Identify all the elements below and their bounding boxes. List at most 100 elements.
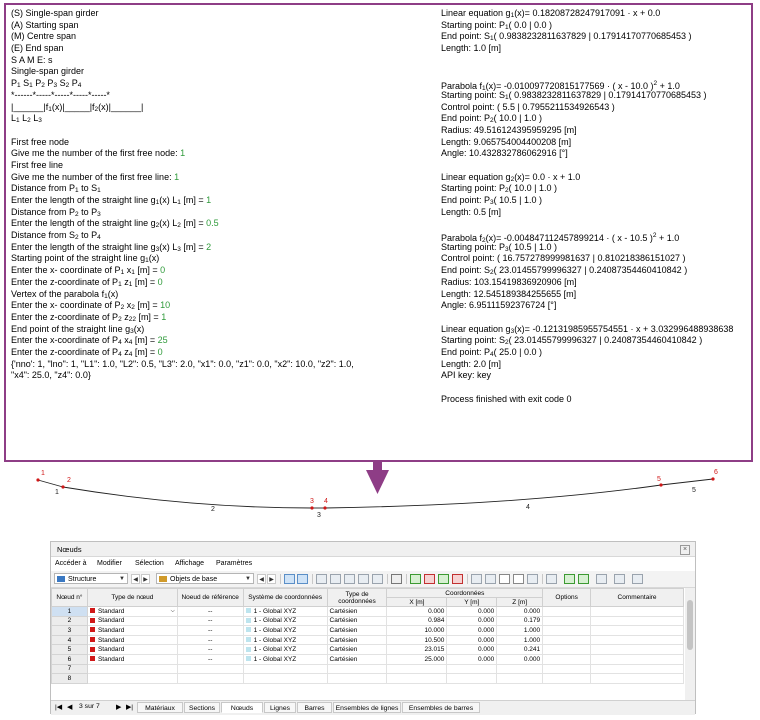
cell-node-number[interactable]: 8	[51, 673, 88, 684]
remove-column-icon[interactable]	[424, 574, 435, 584]
unit-icon[interactable]	[614, 574, 625, 584]
cell-z[interactable]: 0.000	[496, 653, 544, 665]
objects-dropdown[interactable]: Objets de base ▼	[156, 573, 254, 584]
cell-reference-node[interactable]: --	[176, 625, 244, 636]
cell-coord-system[interactable]	[242, 663, 328, 675]
last-page-icon[interactable]: ▶|	[126, 703, 133, 711]
table-row[interactable]: 8	[51, 673, 684, 684]
menu-item-parametres[interactable]: Paramètres	[216, 560, 252, 567]
table-row[interactable]: 7	[51, 663, 684, 675]
cell-node-number[interactable]: 4	[51, 634, 88, 646]
cell-node-type[interactable]: Standard	[86, 615, 178, 627]
cell-coord-type[interactable]: Cartésien	[326, 606, 388, 617]
cell-node-type[interactable]	[86, 663, 178, 675]
function-icon[interactable]	[499, 574, 510, 584]
tab-mat-riaux[interactable]: Matériaux	[137, 702, 183, 713]
cell-z[interactable]	[496, 663, 544, 675]
settings-icon[interactable]	[527, 574, 538, 584]
close-icon[interactable]: ×	[680, 545, 690, 555]
cell-reference-node[interactable]	[176, 663, 244, 675]
view-icon[interactable]	[471, 574, 482, 584]
cell-y[interactable]: 0.000	[446, 606, 498, 617]
cell-options[interactable]	[542, 615, 592, 627]
cell-y[interactable]: 0.000	[446, 625, 498, 636]
cell-coord-system[interactable]: 1 - Global XYZ	[242, 653, 328, 665]
filter-icon[interactable]	[372, 574, 383, 584]
tab-ensembles-de-barres[interactable]: Ensembles de barres	[402, 702, 480, 713]
cell-node-number[interactable]: 5	[51, 644, 88, 655]
cell-reference-node[interactable]: --	[176, 615, 244, 627]
export-icon[interactable]	[452, 574, 463, 584]
cell-reference-node[interactable]: --	[176, 644, 244, 655]
cell-comment[interactable]	[590, 606, 684, 617]
cell-z[interactable]	[496, 673, 544, 684]
tab-lignes[interactable]: Lignes	[264, 702, 296, 713]
cell-z[interactable]: 1.000	[496, 634, 544, 646]
cell-z[interactable]: 0.179	[496, 615, 544, 627]
cell-y[interactable]: 0.000	[446, 615, 498, 627]
cell-node-type[interactable]: Standard	[86, 653, 178, 665]
cell-x[interactable]: 10.000	[386, 625, 448, 636]
insert-row-icon[interactable]	[330, 574, 341, 584]
next-button[interactable]: ▶	[267, 574, 276, 584]
cell-comment[interactable]	[590, 673, 684, 684]
copy-row-icon[interactable]	[344, 574, 355, 584]
save-icon[interactable]	[596, 574, 607, 584]
cell-node-number[interactable]: 7	[51, 663, 88, 675]
structure-dropdown[interactable]: Structure ▼	[54, 573, 128, 584]
formula-icon[interactable]	[513, 574, 524, 584]
cell-comment[interactable]	[590, 644, 684, 655]
cell-z[interactable]: 0.000	[496, 606, 544, 617]
prev-button[interactable]: ◀	[257, 574, 266, 584]
cell-reference-node[interactable]: --	[176, 634, 244, 646]
tab-sections[interactable]: Sections	[184, 702, 220, 713]
cell-reference-node[interactable]: --	[176, 606, 244, 617]
cell-coord-system[interactable]: 1 - Global XYZ	[242, 615, 328, 627]
cell-options[interactable]	[542, 663, 592, 675]
menu-item-acceder[interactable]: Accéder à	[55, 560, 87, 567]
cell-coord-type[interactable]: Cartésien	[326, 615, 388, 627]
cell-x[interactable]: 10.500	[386, 634, 448, 646]
cell-options[interactable]	[542, 606, 592, 617]
select-window-icon[interactable]	[297, 574, 308, 584]
cell-node-number[interactable]: 1	[51, 606, 88, 617]
table-icon[interactable]	[316, 574, 327, 584]
cell-node-type[interactable]: Standard	[86, 625, 178, 636]
tab-ensembles-de-lignes[interactable]: Ensembles de lignes	[333, 702, 401, 713]
cell-coord-system[interactable]: 1 - Global XYZ	[242, 634, 328, 646]
cell-reference-node[interactable]: --	[176, 653, 244, 665]
cell-x[interactable]: 25.000	[386, 653, 448, 665]
cell-node-type[interactable]	[86, 673, 178, 684]
excel-icon[interactable]	[564, 574, 575, 584]
cell-coord-type[interactable]: Cartésien	[326, 625, 388, 636]
cell-coord-system[interactable]: 1 - Global XYZ	[242, 625, 328, 636]
prev-button[interactable]: ◀	[131, 574, 140, 584]
cell-options[interactable]	[542, 644, 592, 655]
cell-y[interactable]: 0.000	[446, 644, 498, 655]
menu-item-affichage[interactable]: Affichage	[175, 560, 204, 567]
cell-node-type[interactable]: Standard	[86, 634, 178, 646]
delete-icon[interactable]	[391, 574, 402, 584]
cell-x[interactable]: 0.984	[386, 615, 448, 627]
cell-y[interactable]	[446, 673, 498, 684]
cell-node-number[interactable]: 6	[51, 653, 88, 665]
menu-item-selection[interactable]: Sélection	[135, 560, 164, 567]
table-row[interactable]: 2 Standard -- 1 - Global XYZ Cartésien 0.984 0…	[51, 615, 684, 627]
cell-node-type[interactable]: Standard ⌵	[86, 606, 178, 617]
import-icon[interactable]	[410, 574, 421, 584]
cell-y[interactable]	[446, 663, 498, 675]
cell-comment[interactable]	[590, 615, 684, 627]
cell-coord-type[interactable]: Cartésien	[326, 653, 388, 665]
cell-x[interactable]: 23.015	[386, 644, 448, 655]
cell-comment[interactable]	[590, 653, 684, 665]
cell-options[interactable]	[542, 653, 592, 665]
excel-import-icon[interactable]	[578, 574, 589, 584]
cell-coord-type[interactable]	[326, 673, 388, 684]
more-icon[interactable]	[632, 574, 643, 584]
cell-y[interactable]: 0.000	[446, 634, 498, 646]
vertical-scrollbar[interactable]	[685, 588, 695, 700]
cell-y[interactable]: 0.000	[446, 653, 498, 665]
table-row[interactable]: 1 Standard ⌵ -- 1 - Global XYZ Cartésien 0.000…	[51, 606, 684, 617]
cell-comment[interactable]	[590, 663, 684, 675]
cell-options[interactable]	[542, 673, 592, 684]
